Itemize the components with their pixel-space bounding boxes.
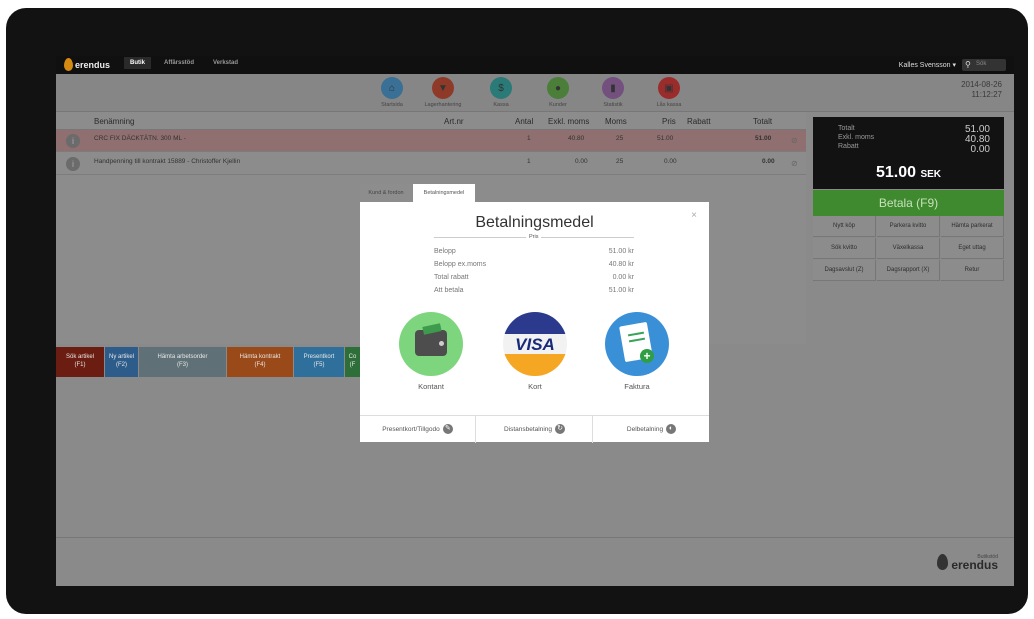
app-logo[interactable]: erendus bbox=[64, 58, 110, 71]
partial-payment-option[interactable]: Delbetalning ◐ bbox=[594, 416, 709, 443]
pencil-icon: ✎ bbox=[442, 424, 453, 435]
summary-row: Total rabatt 0.00 kr bbox=[434, 274, 634, 281]
gift-card-button[interactable]: Presentkort (F5) bbox=[294, 347, 344, 377]
toolbar-startsida[interactable]: ⌂ Startsida bbox=[364, 77, 420, 108]
pay-invoice-option[interactable]: + Faktura bbox=[604, 312, 670, 391]
table-row[interactable]: i Handpenning till kontrakt 15889 - Chri… bbox=[56, 153, 806, 175]
lock-icon: ▣ bbox=[658, 77, 680, 99]
day-report-button[interactable]: Dagsrapport (X) bbox=[877, 260, 940, 281]
modal-title: Betalningsmedel bbox=[475, 214, 594, 231]
footer: Butikstöd erendus bbox=[56, 537, 1014, 586]
park-receipt-button[interactable]: Parkera kvitto bbox=[877, 216, 940, 237]
summary-row: Att betala 51.00 kr bbox=[434, 287, 634, 294]
summary-row: Belopp ex.moms 40.80 kr bbox=[434, 261, 634, 268]
tab-payment-method[interactable]: Betalningsmedel bbox=[413, 184, 475, 202]
app-screen: erendus Butik Affärsstöd Verkstad Kalles… bbox=[56, 56, 1014, 586]
remove-row-icon[interactable]: ⊘ bbox=[791, 136, 798, 145]
date-time: 2014-08-26 11:12:27 bbox=[961, 80, 1002, 99]
toolbar-las-kassa[interactable]: ▣ Lås kassa bbox=[641, 77, 697, 108]
totals-panel: Totalt 51.00 Exkl. moms 40.80 Rabatt 0.0… bbox=[813, 117, 1004, 189]
pay-cash-option[interactable]: Kontant bbox=[398, 312, 464, 391]
modal-footer: Presentkort/Tillgodo ✎ Distansbetalning ↻ … bbox=[360, 415, 709, 443]
remote-payment-option[interactable]: Distansbetalning ↻ bbox=[477, 416, 593, 443]
visa-card-icon: VISA bbox=[503, 312, 567, 376]
f6-button[interactable]: Co (F bbox=[345, 347, 360, 377]
tab-customer-vehicle[interactable]: Kund & fordon bbox=[360, 184, 412, 202]
arrows-icon: ↻ bbox=[555, 424, 566, 435]
change-cash-button[interactable]: Växelkassa bbox=[877, 238, 940, 259]
search-receipt-button[interactable]: Sök kvitto bbox=[813, 238, 876, 259]
device-frame: erendus Butik Affärsstöd Verkstad Kalles… bbox=[6, 8, 1028, 614]
bars-icon: ▮ bbox=[602, 77, 624, 99]
new-article-button[interactable]: Ny artikel (F2) bbox=[105, 347, 138, 377]
box-icon: ▼ bbox=[432, 77, 454, 99]
wallet-icon bbox=[399, 312, 463, 376]
fetch-parked-button[interactable]: Hämta parkerat bbox=[941, 216, 1004, 237]
person-icon: ● bbox=[547, 77, 569, 99]
invoice-icon: + bbox=[605, 312, 669, 376]
return-button[interactable]: Retur bbox=[941, 260, 1004, 281]
fetch-contract-button[interactable]: Hämta kontrakt (F4) bbox=[227, 347, 293, 377]
payment-modal: × Betalningsmedel Pris Belopp 51.00 kr Be… bbox=[360, 202, 709, 443]
own-withdrawal-button[interactable]: Eget uttag bbox=[941, 238, 1004, 259]
search-icon: ⚲ bbox=[965, 60, 971, 69]
remove-row-icon[interactable]: ⊘ bbox=[791, 159, 798, 168]
toolbar-statistik[interactable]: ▮ Statistik bbox=[585, 77, 641, 108]
split-icon: ◐ bbox=[666, 424, 677, 435]
user-menu[interactable]: Kalles Svensson ▾ bbox=[899, 61, 956, 69]
logo-drop-icon bbox=[64, 58, 73, 71]
logo-drop-icon bbox=[937, 554, 949, 570]
pay-button[interactable]: Betala (F9) bbox=[813, 190, 1004, 216]
info-icon[interactable]: i bbox=[66, 157, 80, 171]
top-bar: erendus Butik Affärsstöd Verkstad Kalles… bbox=[56, 56, 1014, 74]
search-input[interactable]: ⚲ Sök bbox=[962, 59, 1006, 71]
fetch-workorder-button[interactable]: Hämta arbetsorder (F3) bbox=[139, 347, 226, 377]
new-purchase-button[interactable]: Nytt köp bbox=[813, 216, 876, 237]
toolbar-kunder[interactable]: ● Kunder bbox=[530, 77, 586, 108]
table-row[interactable]: i CRC FIX DÄCKTÄTN. 300 ML - 1 40.80 25 … bbox=[56, 130, 806, 152]
table-header: Benämning Art.nr Antal Exkl. moms Moms P… bbox=[56, 112, 806, 130]
info-icon[interactable]: i bbox=[66, 134, 80, 148]
gift-card-credit-option[interactable]: Presentkort/Tillgodo ✎ bbox=[360, 416, 476, 443]
register-icon: $ bbox=[490, 77, 512, 99]
pay-card-option[interactable]: VISA Kort bbox=[502, 312, 568, 391]
toolbar-kassa[interactable]: $ Kassa bbox=[473, 77, 529, 108]
grand-total: 51.00 SEK bbox=[875, 164, 942, 181]
summary-row: Belopp 51.00 kr bbox=[434, 248, 634, 255]
nav-tab-verkstad[interactable]: Verkstad bbox=[213, 60, 238, 66]
day-close-button[interactable]: Dagsavslut (Z) bbox=[813, 260, 876, 281]
nav-tab-butik[interactable]: Butik bbox=[124, 57, 151, 69]
toolbar-lagerhantering[interactable]: ▼ Lagerhantering bbox=[415, 77, 471, 108]
module-toolbar: ⌂ Startsida ▼ Lagerhantering $ Kassa ● K… bbox=[56, 74, 1014, 112]
house-icon: ⌂ bbox=[381, 77, 403, 99]
nav-tab-affarsstod[interactable]: Affärsstöd bbox=[164, 60, 194, 66]
search-article-button[interactable]: Sök artikel (F1) bbox=[56, 347, 104, 377]
footer-logo: Butikstöd erendus bbox=[937, 554, 998, 571]
